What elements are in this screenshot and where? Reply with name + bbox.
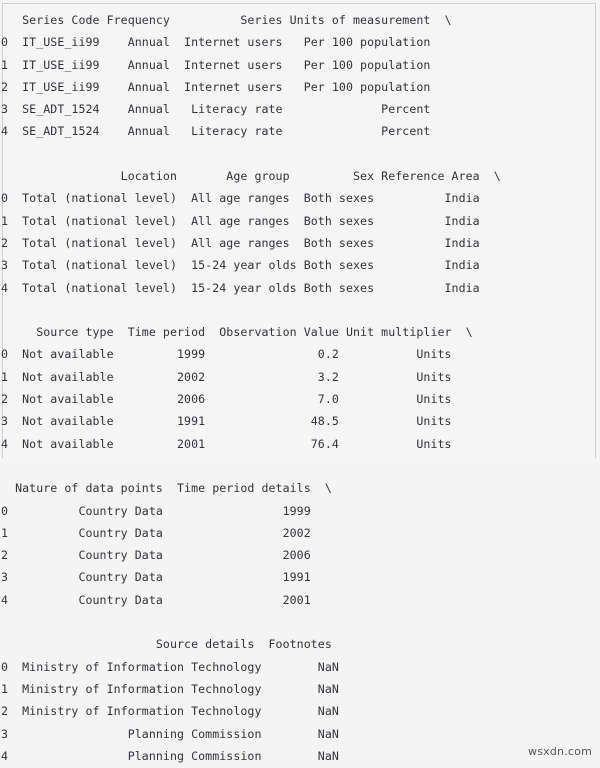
dataframe-output-block: Series Code Frequency Series Units of me… — [0, 0, 600, 768]
dataframe-block-1: Series Code Frequency Series Units of me… — [1, 13, 452, 139]
dataframe-block-4: Nature of data points Time period detail… — [1, 481, 332, 607]
site-watermark: wsxdn.com — [528, 745, 592, 758]
dataframe-text-layer: Series Code Frequency Series Units of me… — [0, 0, 600, 768]
dataframe-block-2: Location Age group Sex Reference Area \ … — [1, 169, 501, 295]
dataframe-block-3: Source type Time period Observation Valu… — [1, 325, 473, 451]
dataframe-block-5: Source details Footnotes 0 Ministry of I… — [1, 637, 339, 763]
